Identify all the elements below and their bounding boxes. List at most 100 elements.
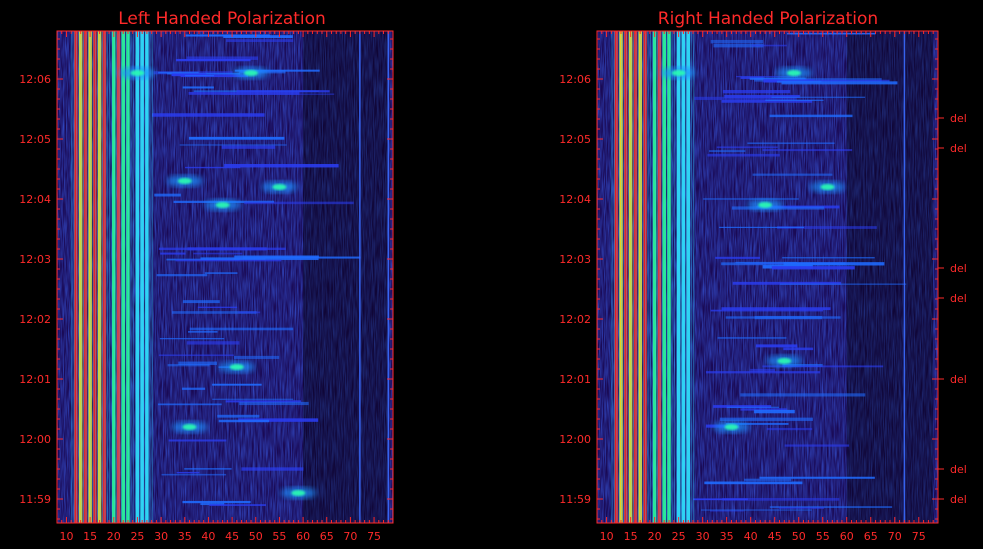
speckle-band (685, 31, 688, 523)
burst-core (177, 178, 192, 184)
speckle-band (688, 31, 690, 523)
speckle-band (130, 31, 132, 523)
speckle-band (139, 31, 142, 523)
streak (241, 467, 304, 471)
x-tick-label: 25 (672, 530, 686, 543)
streak (160, 252, 186, 255)
del-label: del (950, 112, 967, 125)
streak (244, 201, 354, 205)
speckle-band (78, 31, 80, 523)
speckle-band (649, 31, 652, 523)
y-tick-label: 12:03 (559, 253, 591, 266)
streak (221, 145, 276, 149)
streak (779, 283, 907, 285)
streak (716, 146, 778, 149)
streak (168, 439, 227, 442)
bright-column (387, 31, 390, 523)
streak (239, 401, 309, 406)
speckle-band (659, 31, 661, 523)
x-tick-label: 35 (720, 530, 734, 543)
speckle-band (90, 31, 92, 523)
streak (717, 337, 787, 339)
streak (158, 354, 234, 357)
y-tick-label: 12:05 (559, 133, 591, 146)
dark-region (303, 31, 389, 523)
speckle-band (635, 31, 637, 523)
speckle-band (71, 31, 73, 523)
streak (218, 419, 270, 423)
speckle-band (630, 31, 632, 523)
streak (721, 262, 846, 266)
speckle-band (120, 31, 123, 523)
streak (740, 393, 866, 397)
x-tick-label: 65 (320, 530, 334, 543)
speckle-band (645, 31, 647, 523)
streak (778, 507, 825, 509)
del-label: del (950, 292, 967, 305)
streak (752, 173, 833, 176)
streak (715, 256, 761, 259)
streak (156, 274, 208, 277)
streak (747, 142, 835, 144)
streak (154, 193, 181, 197)
streak (151, 113, 265, 117)
y-tick-label: 12:03 (19, 253, 51, 266)
speckle-band (146, 31, 149, 523)
spectrogram-figure: Left Handed Polarization 10 15 20 25 30 35 40 4… (19, 9, 967, 543)
x-tick-label: 45 (768, 530, 782, 543)
speckle-band (118, 31, 120, 523)
del-label: del (950, 142, 967, 155)
speckle-band (613, 31, 616, 523)
streak (209, 504, 267, 506)
burst-core (130, 70, 145, 76)
x-tick-label: 10 (600, 530, 614, 543)
speckle-band (104, 31, 106, 523)
streak (157, 403, 222, 406)
speckle-band (640, 31, 642, 523)
x-tick-label: 30 (696, 530, 710, 543)
speckle-band (693, 31, 695, 523)
speckle-band (142, 31, 144, 523)
y-tick-label: 12:02 (559, 313, 591, 326)
speckle-band (673, 31, 676, 523)
speckle-band (127, 31, 130, 523)
streak (719, 417, 813, 421)
x-tick-label: 45 (225, 530, 239, 543)
speckle-band (101, 31, 104, 523)
streak (185, 74, 215, 77)
x-tick-label: 60 (296, 530, 310, 543)
x-tick-label: 15 (624, 530, 638, 543)
speckle-band (642, 31, 644, 523)
speckle-band (611, 31, 613, 523)
streak (188, 136, 285, 140)
speckle-band (678, 31, 680, 523)
speckle-band (73, 31, 75, 523)
speckle-band (144, 31, 146, 523)
burst-core (758, 202, 773, 208)
dark-region (846, 31, 934, 523)
del-label: del (950, 373, 967, 386)
streak (204, 272, 238, 274)
streak (158, 247, 286, 250)
streak (707, 153, 780, 157)
streak (161, 473, 227, 476)
speckle-band (654, 31, 656, 523)
streak (184, 468, 232, 470)
speckle-band (618, 31, 620, 523)
streak (186, 341, 240, 345)
burst-core (820, 184, 835, 190)
speckle-band (132, 31, 134, 523)
x-tick-label: 75 (367, 530, 381, 543)
speckle-band (111, 31, 113, 523)
left-polarization-panel: Left Handed Polarization 10 15 20 25 30 35 40 4… (19, 9, 394, 543)
burst-core (724, 424, 739, 430)
streak (771, 266, 855, 270)
y-tick-label: 12:04 (559, 193, 591, 206)
x-tick-label: 55 (816, 530, 830, 543)
burst-core (671, 70, 686, 76)
speckle-band (616, 31, 618, 523)
x-tick-label: 20 (648, 530, 662, 543)
del-label: del (950, 262, 967, 275)
x-tick-label: 55 (272, 530, 286, 543)
streak (181, 387, 206, 390)
